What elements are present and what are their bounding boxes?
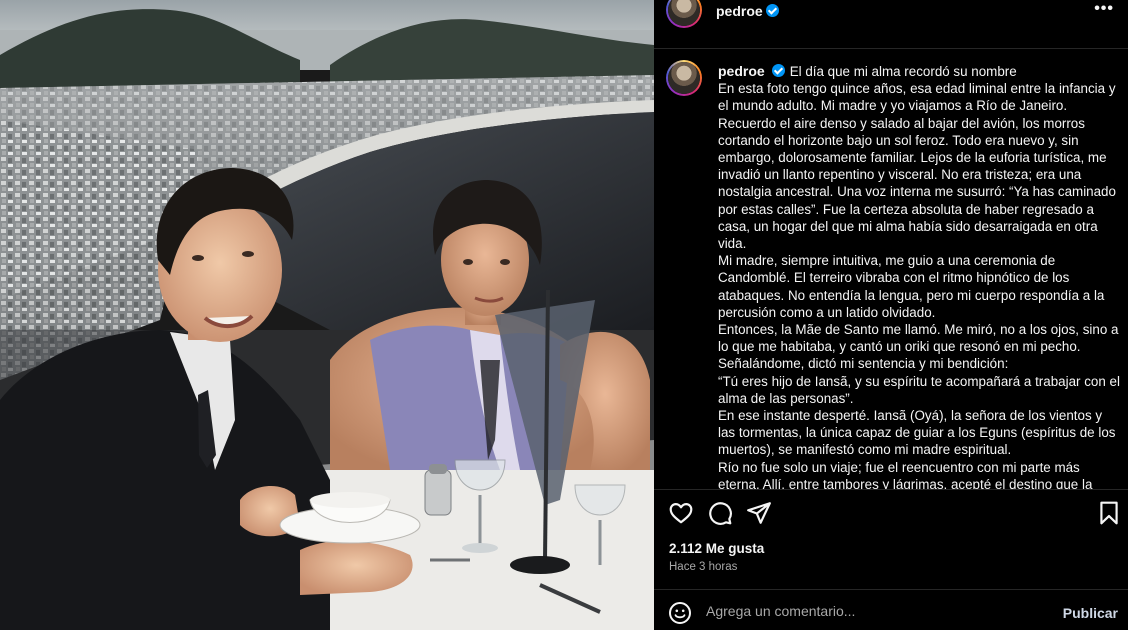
comment-bubble-icon[interactable] <box>707 500 733 526</box>
post-photo[interactable] <box>0 0 654 630</box>
verified-badge-icon <box>771 64 785 77</box>
smiley-icon[interactable] <box>668 601 692 625</box>
paper-plane-icon[interactable] <box>746 500 772 526</box>
caption-paragraph: Entonces, la Mãe de Santo me llamó. Me m… <box>718 322 1119 355</box>
post-header: pedroe ••• <box>654 0 1128 30</box>
likes-count[interactable]: 2.112 Me gusta <box>669 541 764 556</box>
caption-paragraph: “Tú eres hijo de Iansã, y su espíritu te… <box>718 373 1120 406</box>
actions-divider <box>654 489 1128 490</box>
bookmark-icon[interactable] <box>1096 500 1122 526</box>
publish-comment-button[interactable]: Publicar <box>1063 605 1118 621</box>
caption-title: El día que mi alma recordó su nombre <box>789 64 1017 79</box>
verified-badge-icon <box>765 4 779 17</box>
comment-input[interactable] <box>706 598 1046 624</box>
caption-avatar[interactable] <box>666 60 702 96</box>
post-actions <box>654 500 1128 528</box>
caption-area[interactable]: pedroe El día que mi alma recordó su nomb… <box>654 49 1128 489</box>
caption-paragraph: Río no fue solo un viaje; fue el reencue… <box>718 459 1093 489</box>
caption-text: pedroe El día que mi alma recordó su nomb… <box>718 63 1120 489</box>
caption-paragraph: Mi madre, siempre intuitiva, me guio a u… <box>718 253 1105 320</box>
heart-icon[interactable] <box>668 500 694 526</box>
author-name-row: pedroe <box>716 3 779 21</box>
caption-paragraph: En ese instante desperté. Iansã (Oyá), l… <box>718 408 1116 458</box>
post-photo-image <box>0 0 654 630</box>
post-timestamp[interactable]: Hace 3 horas <box>669 561 737 573</box>
caption-paragraph: En esta foto tengo quince años, esa edad… <box>718 81 1116 252</box>
author-username[interactable]: pedroe <box>716 3 763 19</box>
caption-paragraph: Señalándome, dictó mi sentencia y mi ben… <box>718 356 1009 372</box>
comment-bar: Publicar <box>654 590 1128 630</box>
more-options-icon[interactable]: ••• <box>1094 0 1114 18</box>
caption-username[interactable]: pedroe <box>718 63 765 79</box>
post-side-panel: pedroe ••• pedroe El día que mi alma reco… <box>654 0 1128 630</box>
author-avatar[interactable] <box>666 0 702 28</box>
